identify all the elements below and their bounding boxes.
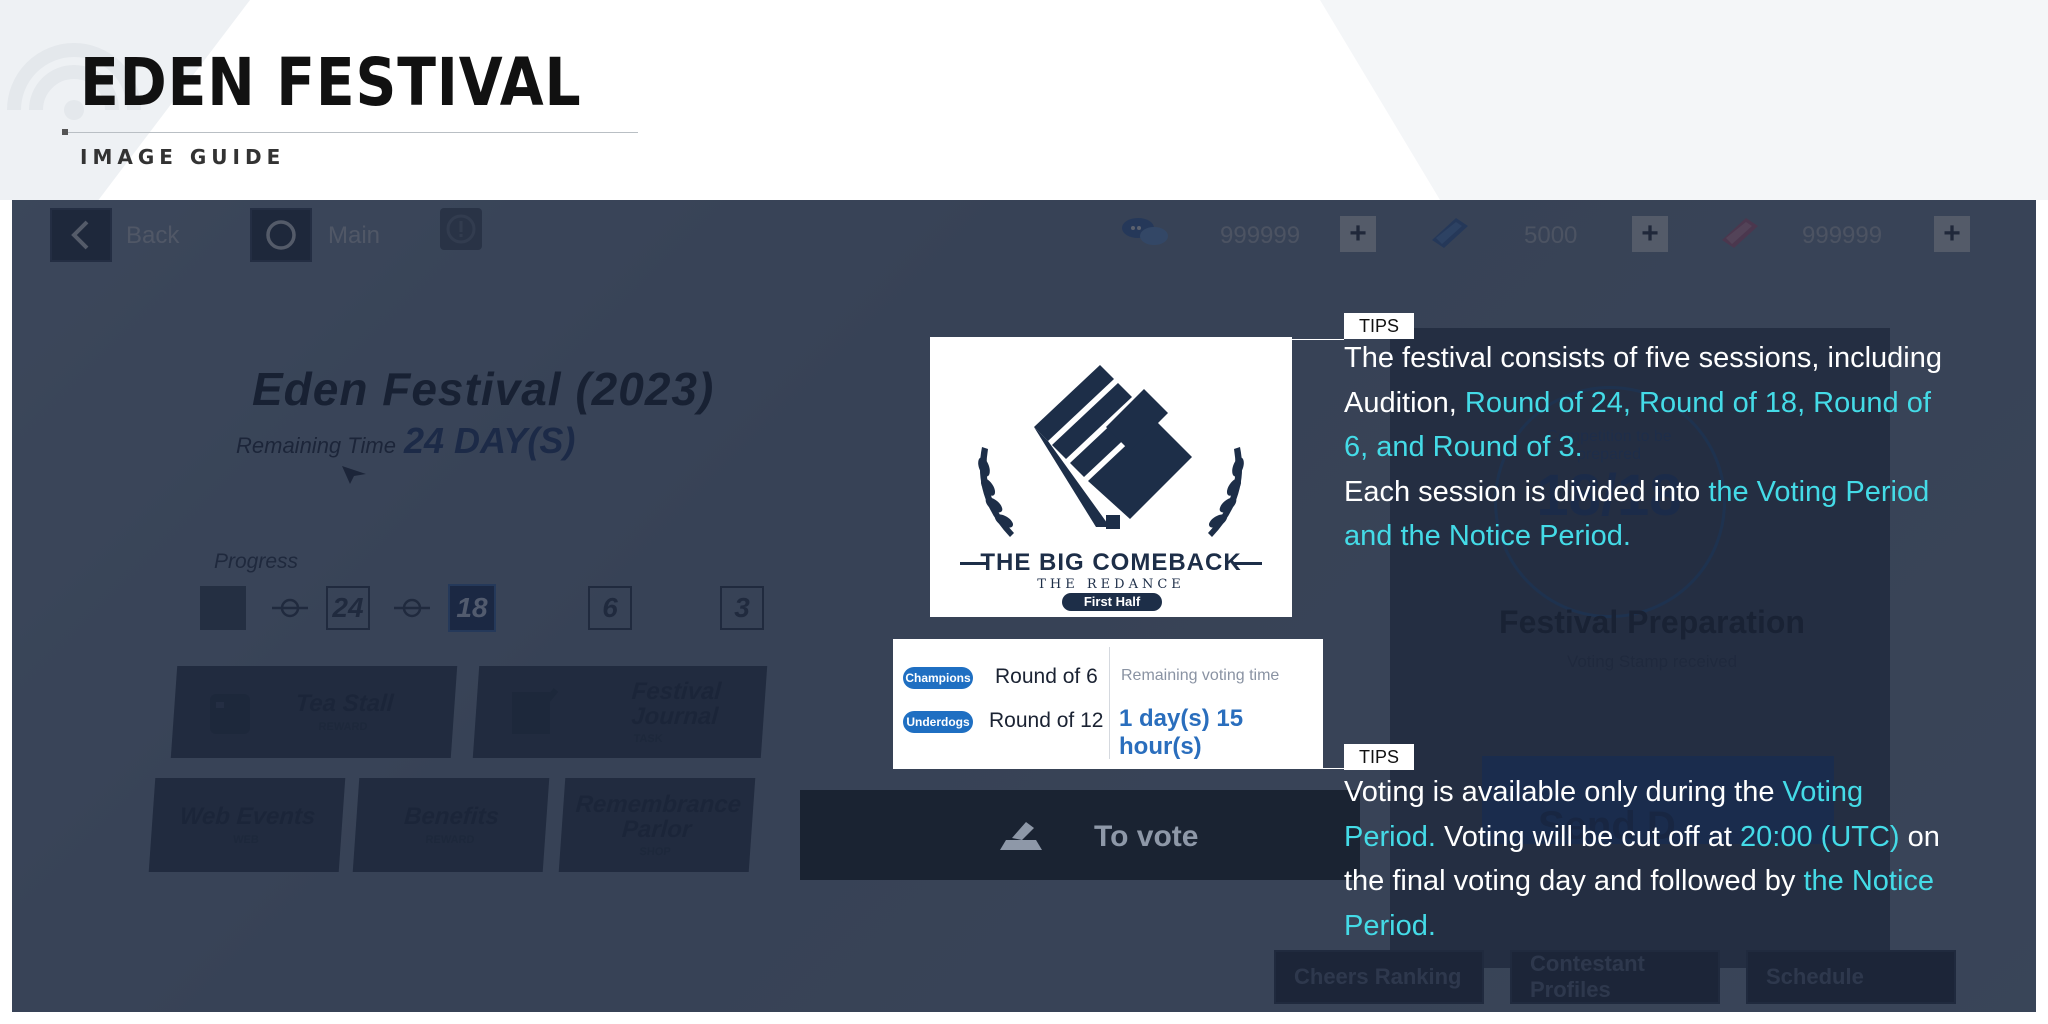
festival-journal-sub: TASK — [633, 733, 664, 746]
remaining-time-label: Remaining Time — [236, 433, 396, 458]
ballot-icon — [1000, 822, 1042, 850]
cheers-ranking-label: Cheers Ranking — [1294, 964, 1462, 989]
exclamation-icon — [446, 214, 476, 244]
audition-step — [200, 586, 246, 630]
progress-step-18: 18 — [448, 584, 496, 632]
resource-value-3: 999999 — [1802, 222, 1883, 249]
plus-icon: + — [1943, 217, 1961, 250]
progress-step-24: 24 — [326, 586, 370, 630]
tips-text-2: Voting is available only during the Voti… — [1344, 770, 1944, 948]
add-resource-1-button[interactable]: + — [1340, 216, 1376, 252]
tips-plain-text: Voting will be cut off at — [1435, 820, 1741, 853]
vote-card-divider — [1109, 647, 1110, 759]
pink-ticket-icon — [1722, 218, 1758, 248]
journal-icon — [512, 688, 559, 734]
cursor-icon — [342, 466, 366, 484]
progress-step-3: 3 — [720, 586, 764, 630]
page-subtitle: IMAGE GUIDE — [80, 145, 286, 169]
big-comeback-logo-card: THE BIG COMEBACK THE REDANCE First Half — [930, 337, 1292, 617]
champions-round: Round of 6 — [995, 665, 1098, 688]
tips-connector-2 — [1323, 768, 1344, 769]
tips-plain-text: Voting is available only during the — [1344, 776, 1783, 808]
remaining-voting-value: 1 day(s) 15 hour(s) — [1119, 705, 1244, 760]
first-half-badge: First Half — [1062, 593, 1162, 611]
main-button[interactable] — [250, 208, 312, 262]
tips-tag-2: TIPS — [1344, 744, 1414, 770]
benefits-label: Benefits — [403, 803, 500, 831]
plus-icon: + — [1641, 217, 1659, 250]
web-events-sub: WEB — [232, 833, 260, 846]
resource-value-1: 999999 — [1220, 222, 1301, 249]
underdogs-pill: Underdogs — [903, 711, 973, 733]
festival-name: Eden Festival (2023) — [252, 363, 715, 415]
contestant-profiles-button[interactable]: Contestant Profiles — [1510, 950, 1720, 1004]
notice-button[interactable] — [440, 208, 482, 250]
voting-status-card: Champions Round of 6 Underdogs Round of … — [893, 639, 1323, 769]
champions-pill: Champions — [903, 667, 973, 689]
preparation-subtitle: Voting Stamp received — [1566, 652, 1738, 671]
benefits-sub: REWARD — [425, 833, 475, 846]
chevron-left-icon — [71, 220, 89, 250]
big-comeback-subtitle: THE REDANCE — [1037, 577, 1185, 592]
progress-label: Progress — [214, 550, 299, 573]
back-button[interactable] — [50, 208, 112, 262]
big-comeback-title: THE BIG COMEBACK — [980, 549, 1242, 576]
to-vote-button[interactable] — [800, 790, 1360, 880]
tips-plain-text: Each session is divided into — [1344, 475, 1709, 508]
remembrance-parlor-sub: SHOP — [639, 846, 672, 859]
step-arrow-icon — [272, 598, 308, 618]
tips-connector-1 — [1292, 339, 1344, 340]
preparation-title: Festival Preparation — [1499, 604, 1805, 640]
web-events-button[interactable]: Web Events WEB — [148, 778, 346, 872]
tips-text-1: The festival consists of five sessions, … — [1344, 336, 1944, 559]
web-events-label: Web Events — [178, 803, 317, 831]
resource-value-2: 5000 — [1524, 222, 1578, 249]
remaining-time-value: 24 DAY(S) — [404, 420, 576, 461]
underdogs-round: Round of 12 — [989, 709, 1104, 732]
benefits-button[interactable]: Benefits REWARD — [352, 778, 550, 872]
ticket-icon — [1432, 218, 1468, 248]
remaining-voting-label: Remaining voting time — [1121, 667, 1280, 684]
schedule-label: Schedule — [1766, 964, 1864, 989]
add-resource-3-button[interactable]: + — [1934, 216, 1970, 252]
add-resource-2-button[interactable]: + — [1632, 216, 1668, 252]
main-label: Main — [328, 222, 381, 249]
plus-icon: + — [1349, 217, 1367, 250]
schedule-button[interactable]: Schedule — [1746, 950, 1956, 1004]
cheers-ranking-button[interactable]: Cheers Ranking — [1274, 950, 1484, 1004]
title-divider-dot — [62, 129, 68, 135]
page-title: EDEN FESTIVAL — [80, 44, 582, 121]
remembrance-parlor-button[interactable]: Remembrance Parlor SHOP — [558, 778, 756, 872]
tea-stall-icon — [210, 694, 250, 734]
contestant-profiles-label: Contestant Profiles — [1530, 951, 1645, 1002]
remembrance-parlor-label: Remembrance Parlor — [574, 790, 743, 843]
circle-home-icon — [266, 220, 296, 250]
chat-bubbles-icon — [1122, 218, 1168, 245]
tips-highlight-text: 20:00 (UTC) — [1740, 820, 1900, 853]
back-label: Back — [126, 222, 180, 249]
title-divider — [64, 132, 638, 133]
tea-stall-sub: REWARD — [318, 720, 368, 733]
step-arrow-icon — [394, 598, 430, 618]
to-vote-label: To vote — [1094, 820, 1199, 853]
progress-step-6: 6 — [588, 586, 632, 630]
